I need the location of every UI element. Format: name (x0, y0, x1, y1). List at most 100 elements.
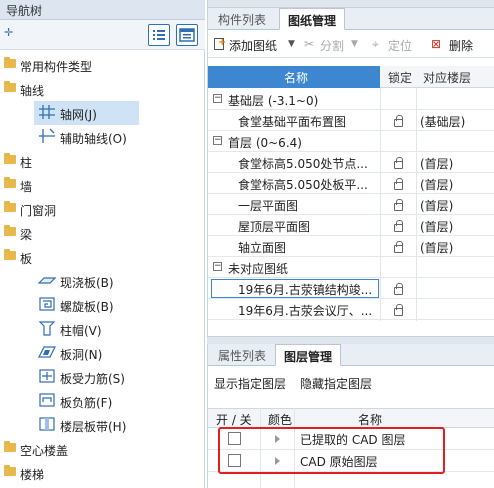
tree-item-label: 空心楼盖 (20, 444, 69, 458)
tree-item-stairs[interactable]: 楼梯 (0, 461, 205, 485)
tree-item-aux-axis[interactable]: 辅助轴线(O) (0, 125, 205, 149)
tree-item-label: 辅助轴线(O) (60, 132, 127, 146)
drawing-row[interactable]: 轴立面图 (首层) (208, 236, 494, 257)
tree-item-label: 板 (20, 252, 33, 266)
show-layer-button[interactable]: 显示指定图层 (214, 375, 286, 392)
lock-icon[interactable] (394, 220, 403, 232)
tree-item-label: 楼层板带(H) (60, 420, 127, 434)
detail-view-icon (179, 28, 195, 42)
tree-item-label: 板受力筋(S) (60, 372, 125, 386)
folder-icon (4, 153, 16, 164)
folder-icon (4, 177, 16, 188)
tree-item-label: 现浇板(B) (60, 276, 114, 290)
hide-layer-button[interactable]: 隐藏指定图层 (300, 375, 372, 392)
nav-header: 导航树 (0, 0, 205, 20)
tree-item-label: 轴网(J) (60, 108, 97, 122)
tree-item-wall[interactable]: 墙 (0, 173, 205, 197)
group-row[interactable]: − 基础层 (-3.1~0) (208, 89, 494, 110)
locate-button[interactable]: 定位 (388, 37, 412, 54)
tree-item-label: 常用构件类型 (20, 60, 93, 74)
lock-icon[interactable] (394, 178, 403, 190)
column-cap-icon (38, 321, 56, 336)
drawing-row[interactable]: 19年6月.古荥镇结构竣... (208, 278, 494, 299)
drawing-floor[interactable]: (首层) (420, 197, 453, 214)
tree-item-slab-rebar[interactable]: 板受力筋(S) (0, 365, 205, 389)
tree-item-spiral-slab[interactable]: 螺旋板(B) (0, 293, 205, 317)
column-toggle: 开 / 关 (216, 413, 252, 427)
drawing-name: 食堂标高5.050处节点... (238, 157, 368, 171)
column-lock: 锁定 (388, 71, 413, 85)
list-view-button[interactable] (148, 24, 170, 46)
nav-toolbar: ✛ (0, 20, 205, 50)
layer-panel-tabs: 属性列表 图层管理 (208, 344, 494, 366)
tree-item-label: 板洞(N) (60, 348, 103, 362)
lock-icon[interactable] (394, 283, 403, 295)
drawing-floor[interactable]: (首层) (420, 155, 453, 172)
axis-grid-icon (39, 105, 55, 119)
drawing-row[interactable]: 19年6月.古荥会议厅、... (208, 299, 494, 320)
tree-item-slab-neg-rebar[interactable]: 板负筋(F) (0, 389, 205, 413)
drawing-floor[interactable]: (基础层) (420, 113, 465, 130)
drawing-floor[interactable]: (首层) (420, 218, 453, 235)
add-drawing-button[interactable]: 添加图纸 (229, 37, 277, 54)
tree-item-slab-hole[interactable]: 板洞(N) (0, 341, 205, 365)
tree-item-column-cap[interactable]: 柱帽(V) (0, 317, 205, 341)
drawing-panel-tabs: 构件列表 图纸管理 (208, 8, 494, 30)
pin-icon[interactable]: ✛ (4, 26, 13, 39)
lock-icon[interactable] (394, 199, 403, 211)
slab-rebar-icon (39, 369, 55, 383)
drawing-floor[interactable]: (首层) (420, 239, 453, 256)
tree-item-slab[interactable]: 板 (0, 245, 205, 269)
drawing-row[interactable]: 一层平面图 (首层) (208, 194, 494, 215)
tree-item-label: 楼梯 (20, 468, 45, 482)
collapse-icon[interactable]: − (213, 94, 222, 103)
lock-icon[interactable] (394, 157, 403, 169)
lock-icon[interactable] (394, 304, 403, 316)
collapse-icon[interactable]: − (213, 262, 222, 271)
drawing-name: 食堂基础平面布置图 (238, 115, 347, 129)
tree-item-hollow-floor[interactable]: 空心楼盖 (0, 437, 205, 461)
spiral-slab-icon (39, 297, 55, 311)
folder-icon (4, 201, 16, 212)
tab-layer-management[interactable]: 图层管理 (275, 344, 342, 366)
tab-component-list[interactable]: 构件列表 (210, 8, 274, 30)
delete-icon: ⊠ (431, 37, 442, 51)
tree-item-beam[interactable]: 梁 (0, 221, 205, 245)
tree-item-axis-grid[interactable]: 轴网(J) (0, 101, 205, 125)
panel-splitter[interactable] (207, 336, 494, 344)
drawing-name: 一层平面图 (238, 199, 299, 213)
drawing-row[interactable]: 食堂基础平面布置图 (基础层) (208, 110, 494, 131)
lock-icon[interactable] (394, 115, 403, 127)
chevron-down-icon[interactable]: ▼ (288, 39, 295, 49)
group-row[interactable]: − 未对应图纸 (208, 257, 494, 278)
tree-item-common-types[interactable]: 常用构件类型 (0, 53, 205, 77)
collapse-icon[interactable]: − (213, 136, 222, 145)
delete-button[interactable]: 删除 (449, 37, 473, 54)
drawing-row[interactable]: 食堂标高5.050处节点... (首层) (208, 152, 494, 173)
folder-icon (4, 249, 16, 260)
chevron-down-icon[interactable]: ▼ (351, 39, 358, 49)
drawing-row[interactable]: 屋顶层平面图 (首层) (208, 215, 494, 236)
drawing-floor[interactable]: (首层) (420, 176, 453, 193)
tree-item-cast-slab[interactable]: 现浇板(B) (0, 269, 205, 293)
split-button[interactable]: 分割 (320, 37, 344, 54)
column-floor: 对应楼层 (423, 71, 472, 85)
tree-item-door-window[interactable]: 门窗洞 (0, 197, 205, 221)
tree-item-slab-strip[interactable]: 楼层板带(H) (0, 413, 205, 437)
drawing-row[interactable]: 食堂标高5.050处板平... (首层) (208, 173, 494, 194)
tab-drawing-management[interactable]: 图纸管理 (279, 8, 346, 30)
lock-icon[interactable] (394, 241, 403, 253)
tree-item-axis[interactable]: 轴线 (0, 77, 205, 101)
layer-actions: 显示指定图层 隐藏指定图层 (208, 366, 494, 396)
tab-property-list[interactable]: 属性列表 (210, 344, 274, 366)
group-label: 首层 (0~6.4) (228, 136, 302, 150)
tree-item-label: 板负筋(F) (60, 396, 113, 410)
tree-item-column[interactable]: 柱 (0, 149, 205, 173)
tree-item-label: 门窗洞 (20, 204, 57, 218)
group-row[interactable]: − 首层 (0~6.4) (208, 131, 494, 152)
detail-view-button[interactable] (176, 24, 198, 46)
cast-slab-icon (38, 277, 56, 284)
drawing-name: 食堂标高5.050处板平... (238, 178, 368, 192)
drawing-name: 19年6月.古荥镇结构竣... (238, 283, 373, 297)
list-icon (153, 30, 165, 40)
